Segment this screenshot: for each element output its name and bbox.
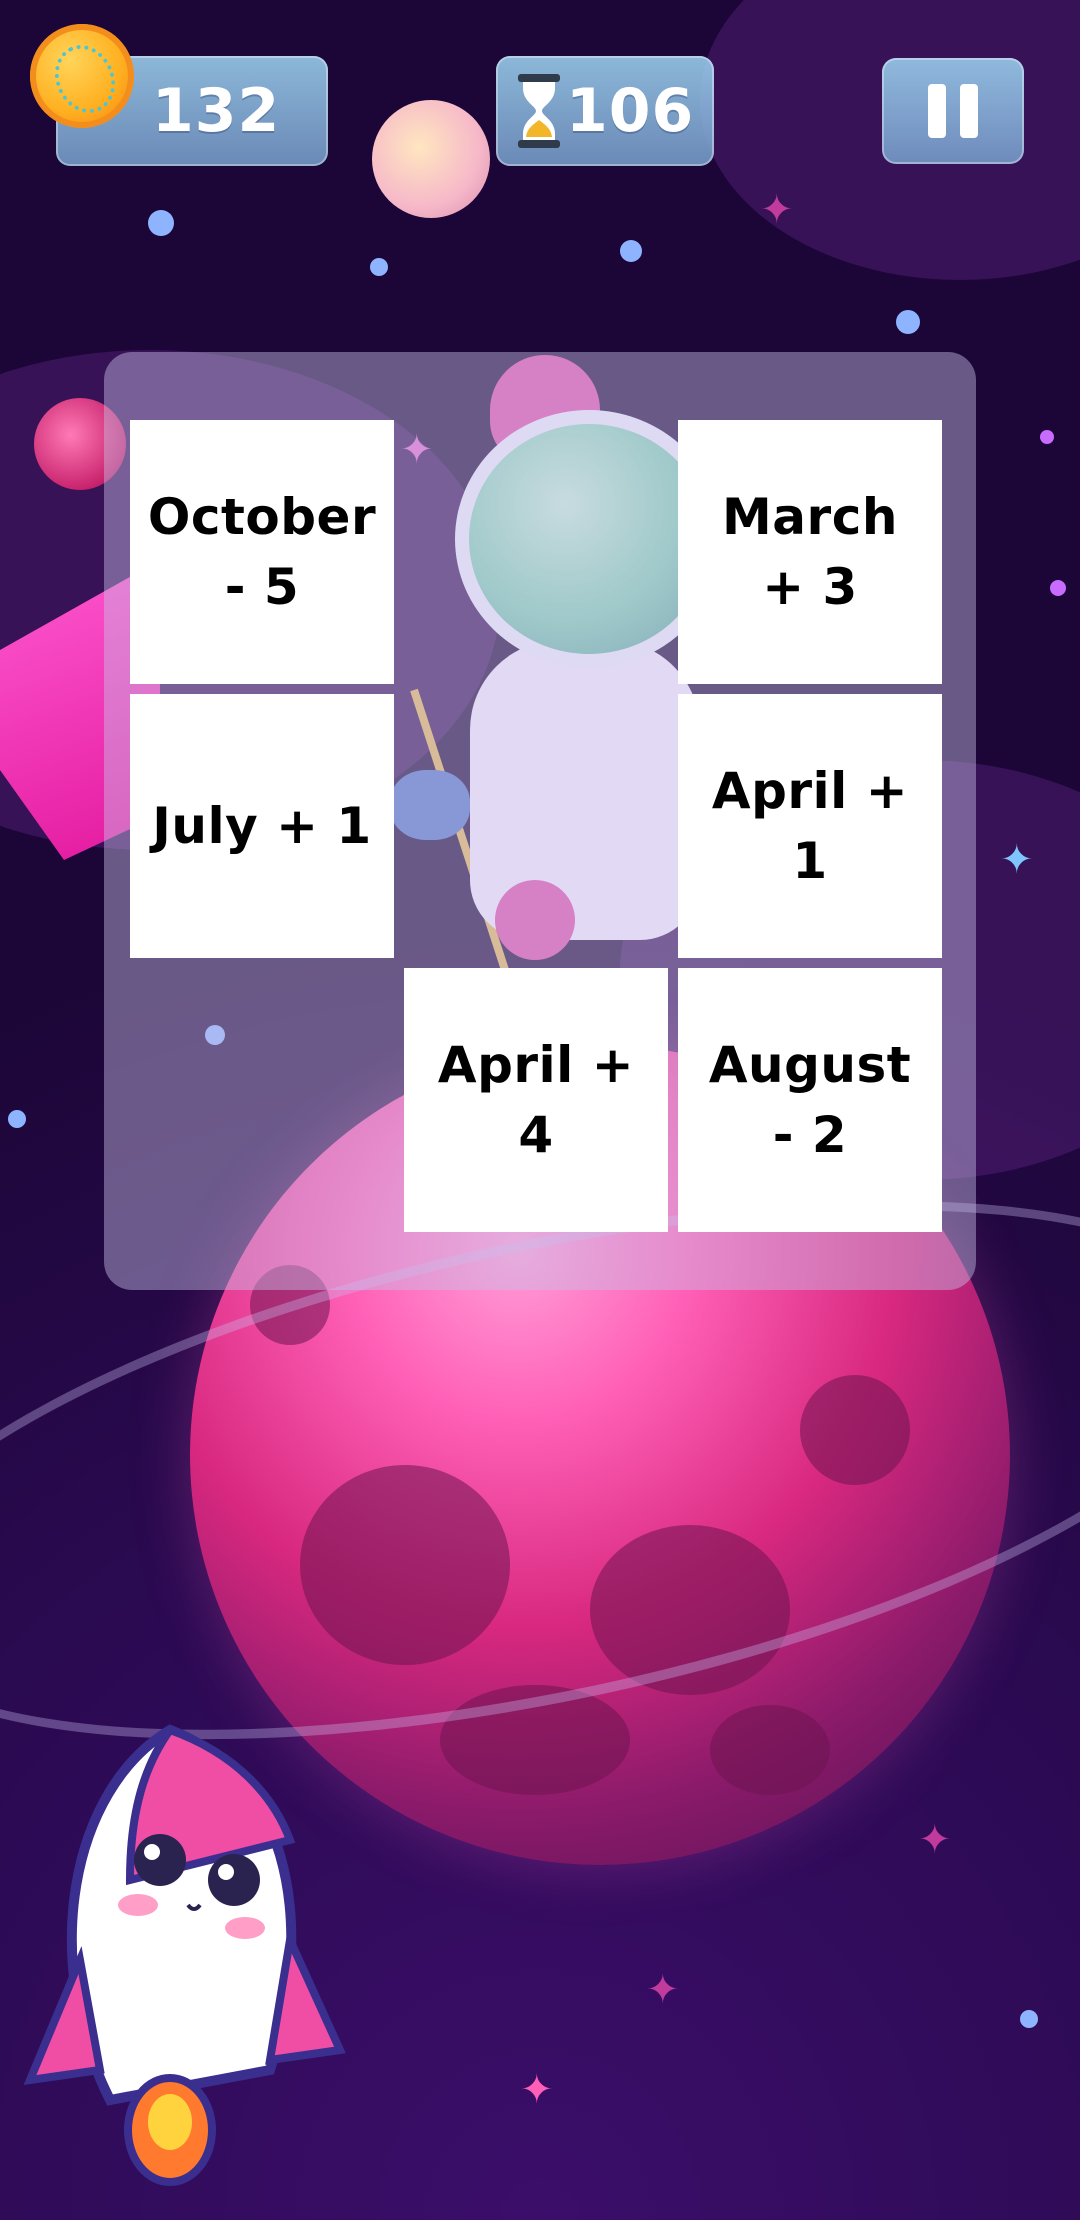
card-label: April + 1: [711, 762, 909, 890]
star: [896, 310, 920, 334]
card[interactable]: October - 5: [130, 420, 394, 684]
card-label: October - 5: [147, 488, 377, 616]
star: [8, 1110, 26, 1128]
card[interactable]: April + 1: [678, 694, 942, 958]
card[interactable]: March + 3: [678, 420, 942, 684]
card-label: August - 2: [708, 1036, 912, 1164]
star: [620, 240, 642, 262]
card[interactable]: July + 1: [130, 694, 394, 958]
sparkle-icon: ✦: [646, 1967, 680, 2013]
crater: [710, 1705, 830, 1795]
star: [370, 258, 388, 276]
sparkle-icon: ✦: [918, 1817, 952, 1863]
sparkle-icon: ✦: [760, 187, 794, 233]
star: [148, 210, 174, 236]
small-planet: [372, 100, 490, 218]
timer-counter: 106: [496, 56, 714, 166]
pause-button[interactable]: [882, 58, 1024, 164]
card-label: July + 1: [152, 797, 372, 855]
rocket-mascot: [23, 1724, 346, 2186]
card[interactable]: April + 4: [404, 968, 668, 1232]
star: [1040, 430, 1054, 444]
sparkle-icon: ✦: [520, 2067, 554, 2113]
coin-icon: [30, 24, 134, 128]
crater: [800, 1375, 910, 1485]
card-label: April + 4: [437, 1036, 635, 1164]
star: [1050, 580, 1066, 596]
crater: [300, 1465, 510, 1665]
card-label: March + 3: [722, 488, 898, 616]
pause-icon: [928, 84, 978, 138]
hourglass-icon: [518, 74, 560, 148]
timer-value: 106: [566, 76, 695, 146]
coin-count: 132: [152, 76, 281, 146]
star: [1020, 2010, 1038, 2028]
game-screen: ✦ ✦ ✦ ✦ ✦ ✦ 132 106 October - 5 March + …: [0, 0, 1080, 2220]
sparkle-icon: ✦: [1000, 837, 1034, 883]
card[interactable]: August - 2: [678, 968, 942, 1232]
crater: [440, 1685, 630, 1795]
crater: [590, 1525, 790, 1695]
